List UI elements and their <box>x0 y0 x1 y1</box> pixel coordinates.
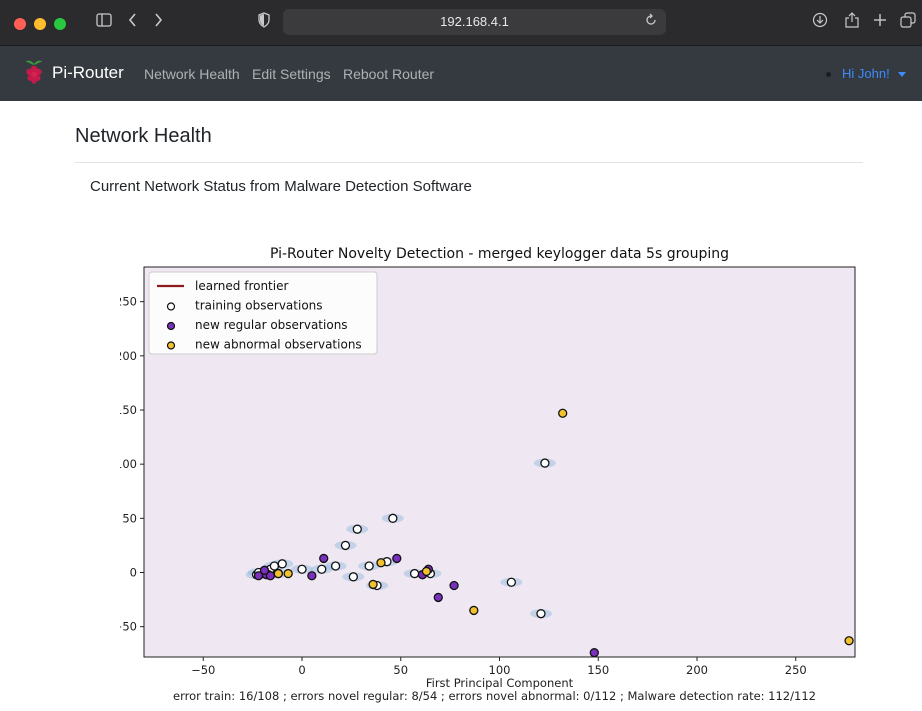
y-tick-label: 150 <box>120 403 137 417</box>
share-icon[interactable] <box>845 12 859 33</box>
training-point <box>364 561 374 571</box>
user-menu-toggle[interactable]: Hi John! <box>842 66 890 81</box>
regular-point <box>449 580 459 591</box>
zoom-window-button[interactable] <box>54 18 66 30</box>
new-tab-icon[interactable] <box>873 12 887 32</box>
section-subtitle: Current Network Status from Malware Dete… <box>90 178 472 195</box>
x-tick-label: 50 <box>393 663 408 677</box>
raspberry-pi-logo-icon[interactable] <box>24 58 44 84</box>
y-tick-label: 250 <box>120 295 137 309</box>
status-dot <box>826 72 831 77</box>
back-icon[interactable] <box>127 12 139 33</box>
chart-caption: error train: 16/108 ; errors novel regul… <box>173 689 816 703</box>
x-tick-label: 250 <box>785 663 807 677</box>
training-point <box>540 458 550 468</box>
reload-icon[interactable] <box>645 12 657 32</box>
y-tick-label: 50 <box>122 511 137 525</box>
abnormal-point <box>376 558 386 568</box>
legend-marker <box>166 321 176 331</box>
browser-titlebar: 192.168.4.1 <box>0 0 922 46</box>
abnormal-point <box>844 636 854 646</box>
training-point <box>269 561 280 571</box>
training-point <box>536 609 546 619</box>
y-tick-label: 0 <box>130 566 137 580</box>
x-tick-label: −50 <box>191 663 215 677</box>
abnormal-point <box>421 566 432 577</box>
regular-point <box>319 553 329 564</box>
abnormal-point <box>469 605 479 616</box>
x-tick-label: 0 <box>298 663 305 677</box>
training-point <box>352 524 362 534</box>
regular-point <box>307 571 317 581</box>
privacy-shield-icon[interactable] <box>258 12 270 33</box>
sidebar-icon[interactable] <box>96 12 112 33</box>
chevron-down-icon[interactable] <box>898 72 906 77</box>
x-axis-label: First Principal Component <box>426 676 574 690</box>
legend-marker <box>166 341 176 350</box>
training-point <box>506 577 517 587</box>
training-point <box>317 564 327 574</box>
abnormal-point <box>558 408 568 418</box>
chart-canvas: Pi-Router Novelty Detection - merged key… <box>120 235 860 711</box>
chart-title: Pi-Router Novelty Detection - merged key… <box>270 246 729 262</box>
legend-marker <box>166 302 176 311</box>
training-point <box>330 561 341 571</box>
training-point <box>409 568 420 579</box>
regular-point <box>259 565 270 575</box>
x-tick-label: 200 <box>686 663 708 677</box>
regular-point <box>433 592 443 603</box>
training-point <box>277 559 287 569</box>
address-bar[interactable]: 192.168.4.1 <box>283 9 666 35</box>
abnormal-point <box>273 568 283 579</box>
novelty-detection-chart: Pi-Router Novelty Detection - merged key… <box>120 235 860 711</box>
legend-label: new abnormal observations <box>195 338 362 352</box>
legend-label: learned frontier <box>195 279 288 293</box>
legend-label: training observations <box>195 299 323 313</box>
forward-icon[interactable] <box>152 12 164 33</box>
training-point <box>340 540 351 551</box>
x-tick-label: 150 <box>587 663 609 677</box>
x-tick-label: 100 <box>489 663 511 677</box>
y-tick-label: 100 <box>120 457 137 471</box>
download-icon[interactable] <box>812 12 828 33</box>
training-point <box>297 564 307 574</box>
tabs-overview-icon[interactable] <box>900 12 916 33</box>
nav-link-edit-settings[interactable]: Edit Settings <box>252 66 331 82</box>
regular-point <box>589 648 599 658</box>
close-window-button[interactable] <box>14 18 26 30</box>
url-text: 192.168.4.1 <box>440 14 509 29</box>
brand-name[interactable]: Pi-Router <box>52 63 124 83</box>
chart-svg: Pi-Router Novelty Detection - merged key… <box>120 246 856 703</box>
y-tick-label: 200 <box>120 349 137 363</box>
page-title: Network Health <box>75 125 212 147</box>
abnormal-point <box>368 579 378 590</box>
legend-label: new regular observations <box>195 318 348 332</box>
abnormal-point <box>283 568 293 579</box>
minimize-window-button[interactable] <box>34 18 46 30</box>
nav-link-reboot-router[interactable]: Reboot Router <box>343 66 434 82</box>
training-point <box>388 513 398 523</box>
nav-link-network-health[interactable]: Network Health <box>144 66 240 82</box>
app-navbar: Pi-Router Network Health Edit Settings R… <box>0 46 922 101</box>
divider <box>75 162 863 163</box>
y-tick-label: −50 <box>120 620 137 634</box>
training-point <box>348 572 359 582</box>
chart-legend: learned frontier training observations new… <box>148 271 378 355</box>
regular-point <box>392 553 402 564</box>
